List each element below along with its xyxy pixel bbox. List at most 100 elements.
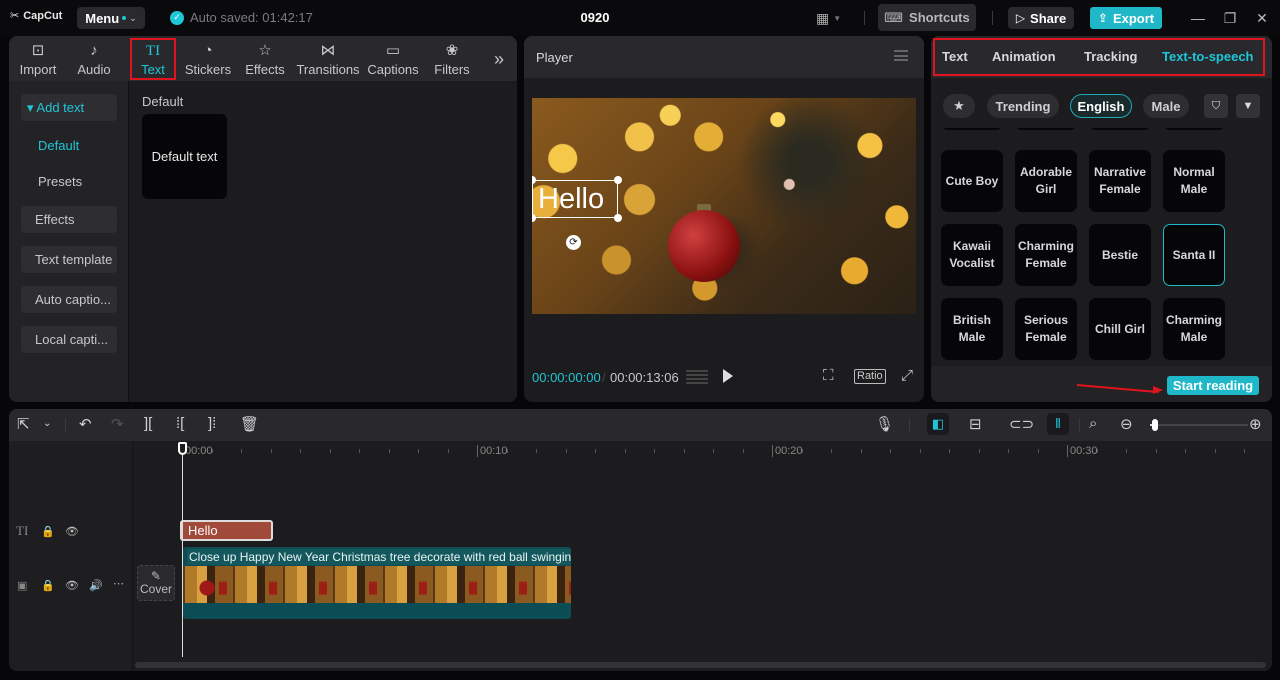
maximize-button[interactable]: ❐ (1220, 8, 1240, 28)
voice-card[interactable]: Adorable Girl (1015, 150, 1077, 212)
voice-card[interactable]: British Male (941, 298, 1003, 360)
voice-card[interactable] (1089, 128, 1151, 130)
tab-stickers[interactable]: ◔ Stickers (183, 38, 233, 80)
sidebar-item-effects[interactable]: Effects (21, 206, 117, 233)
tab-text[interactable]: TI Text (130, 38, 176, 80)
auto-snap-icon[interactable]: ⊟ (969, 415, 982, 433)
link-icon[interactable]: ⊂⊃ (1009, 415, 1034, 433)
shortcuts-button[interactable]: ⌨ Shortcuts (878, 4, 976, 31)
tab-captions[interactable]: ▭ Captions (365, 38, 421, 80)
sidebar-item-presets[interactable]: Presets (21, 168, 117, 195)
sidebar-item-default[interactable]: Default (21, 132, 117, 159)
ruler-tick (595, 449, 596, 453)
video-clip[interactable]: Close up Happy New Year Christmas tree d… (183, 547, 571, 619)
eye-icon[interactable]: 👁 (65, 525, 79, 538)
lock-icon[interactable]: 🔒 (41, 579, 55, 592)
voice-card[interactable]: Kawaii Vocalist (941, 224, 1003, 286)
text-clip[interactable]: Hello (180, 520, 273, 541)
voice-card[interactable]: Bestie (1089, 224, 1151, 286)
voice-card[interactable]: Serious Female (1015, 298, 1077, 360)
waveform-icon[interactable] (686, 370, 708, 384)
project-title[interactable]: 0920 (560, 10, 630, 25)
tab-audio[interactable]: ♪ Audio (69, 38, 119, 80)
playhead-line[interactable] (182, 443, 183, 657)
rotate-icon[interactable]: ⟳ (566, 235, 581, 250)
volume-icon[interactable]: 🔊 (89, 579, 103, 592)
sidebar-item-add-text[interactable]: ▾ Add text (21, 94, 117, 121)
dropdown-button[interactable]: ▼ (1236, 94, 1260, 118)
overlay-text[interactable]: Hello (538, 180, 604, 218)
minimize-button[interactable]: — (1188, 8, 1208, 28)
cover-button[interactable]: ✎ Cover (137, 565, 175, 601)
filter-trending[interactable]: Trending (987, 94, 1059, 118)
video-preview[interactable]: Hello ⟳ (532, 98, 916, 314)
preview-axis-icon[interactable]: ⫴ (1047, 413, 1069, 435)
menu-button[interactable]: Menu ⌄ (77, 7, 145, 29)
voice-card[interactable]: Chill Girl (1089, 298, 1151, 360)
filter-male[interactable]: Male (1143, 94, 1189, 118)
layout-button[interactable]: ▦ ▼ (816, 10, 841, 27)
zoom-in-icon[interactable]: ⊕ (1249, 415, 1262, 433)
zoom-out-icon[interactable]: ⊖ (1120, 415, 1133, 433)
resize-handle[interactable] (614, 176, 622, 184)
split-left-icon[interactable]: ⁞[ (176, 415, 184, 432)
default-text-card[interactable]: Default text (142, 114, 227, 199)
resize-handle[interactable] (614, 214, 622, 222)
tab-import[interactable]: ⊡ Import (13, 38, 63, 80)
share-button[interactable]: ▷ Share (1008, 7, 1074, 29)
select-tool-icon[interactable]: ⇱ (17, 415, 30, 433)
sidebar-item-local-captions[interactable]: Local capti... (21, 326, 117, 353)
voice-card[interactable] (1015, 128, 1077, 130)
playhead-handle[interactable] (178, 442, 187, 455)
timeline-fit-icon[interactable]: ⌕ (1089, 415, 1097, 432)
resize-handle[interactable] (532, 214, 536, 222)
sidebar-item-auto-captions[interactable]: Auto captio... (21, 286, 117, 313)
play-icon[interactable] (723, 369, 733, 383)
microphone-icon[interactable]: 🎙 (875, 415, 894, 433)
voice-card[interactable]: Charming Female (1015, 224, 1077, 286)
magnet-snap-icon[interactable]: ◧ (927, 413, 949, 435)
tab-effects[interactable]: ☆ Effects (241, 38, 289, 80)
time-ruler[interactable]: 00:00 00:10 00:20 00:30 (133, 441, 1272, 463)
tab-transitions[interactable]: ⋈ Transitions (296, 38, 359, 80)
ratio-button[interactable]: Ratio (854, 369, 886, 384)
chevron-down-icon[interactable]: ⌄ (43, 418, 51, 429)
delete-icon[interactable]: 🗑 (240, 415, 259, 433)
split-right-icon[interactable]: ]⁞ (208, 415, 216, 432)
tab-filters[interactable]: ❀ Filters (429, 38, 475, 80)
voice-card[interactable] (941, 128, 1003, 130)
voice-card[interactable]: Cute Boy (941, 150, 1003, 212)
redo-icon[interactable]: ↷ (111, 415, 124, 433)
favorites-filter[interactable]: ★ (943, 94, 975, 118)
zoom-fit-icon[interactable]: ⛶ (823, 367, 834, 384)
tab-tracking[interactable]: Tracking (1084, 49, 1137, 64)
voice-card[interactable]: Normal Male (1163, 150, 1225, 212)
filter-english[interactable]: English (1070, 94, 1132, 118)
start-reading-button[interactable]: Start reading (1167, 376, 1259, 395)
undo-icon[interactable]: ↶ (79, 415, 92, 433)
zoom-slider-handle[interactable] (1152, 419, 1158, 431)
fullscreen-icon[interactable]: ⤢ (901, 367, 913, 384)
sidebar-item-text-template[interactable]: Text template (21, 246, 117, 273)
voice-card[interactable]: Narrative Female (1089, 150, 1151, 212)
ruler-tick (683, 449, 685, 453)
lock-icon[interactable]: 🔒 (41, 525, 55, 538)
close-button[interactable]: ✕ (1252, 8, 1272, 28)
voice-card-selected[interactable]: Santa II (1163, 224, 1225, 286)
export-button[interactable]: ⇪ Export (1090, 7, 1162, 29)
eye-icon[interactable]: 👁 (65, 579, 79, 592)
tab-text-to-speech[interactable]: Text-to-speech (1162, 49, 1254, 64)
horizontal-scrollbar[interactable] (135, 662, 1266, 668)
voice-card[interactable]: Charming Male (1163, 298, 1225, 360)
split-icon[interactable]: ][ (144, 415, 152, 432)
more-icon[interactable]: ⋯ (113, 577, 124, 590)
ruler-label: 00:30 (1067, 445, 1098, 457)
tab-animation[interactable]: Animation (992, 49, 1056, 64)
filter-button[interactable]: ⛉ (1204, 94, 1228, 118)
menu-icon[interactable] (894, 50, 908, 61)
ruler-tick (300, 449, 301, 453)
more-tabs-button[interactable]: » (485, 38, 513, 80)
tab-text[interactable]: Text (942, 49, 968, 64)
voice-card[interactable] (1163, 128, 1225, 130)
zoom-slider-track[interactable] (1150, 424, 1248, 426)
